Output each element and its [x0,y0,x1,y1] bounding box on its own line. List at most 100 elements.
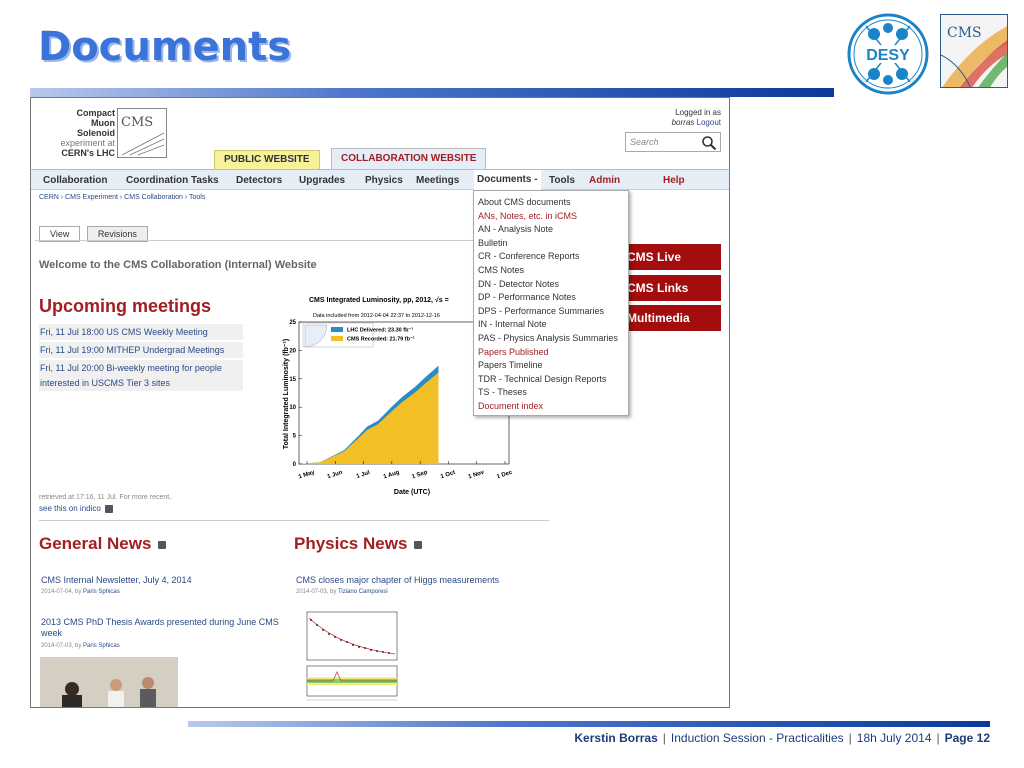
nav-item-tools[interactable]: Tools [549,175,575,186]
news-item-author[interactable]: Tiziano Camporesi [338,589,388,595]
slide-title: Documents [38,24,292,70]
x-tick-label: 1 Sep [411,470,428,481]
main-navbar: Collaboration Coordination Tasks Detecto… [31,169,729,190]
cms-links-button[interactable]: CMS Links [619,275,721,301]
news-item-meta: 2014-07-04, by Paris Sphicas [41,589,120,595]
logo-line-cern: CERN's LHC [61,148,115,158]
indico-link[interactable]: see this on indico [39,504,114,513]
menu-item-conference-reports[interactable]: CR - Conference Reports [478,250,624,264]
tab-collaboration-website[interactable]: COLLABORATION WEBSITE [331,148,487,169]
slide: Documents DESY CMS Compact Muon Solenoid… [0,0,1024,768]
indico-link-text: see this on indico [39,504,101,513]
menu-item-icms-notes[interactable]: ANs, Notes, etc. in iCMS [478,210,624,224]
menu-item-analysis-note[interactable]: AN - Analysis Note [478,223,624,237]
nav-item-detectors[interactable]: Detectors [236,175,282,186]
menu-item-performance-summaries[interactable]: DPS - Performance Summaries [478,305,624,319]
meeting-item[interactable]: Fri, 11 Jul 20:00 Bi-weekly meeting for … [39,360,243,376]
menu-item-theses[interactable]: TS - Theses [478,386,624,400]
menu-item-technical-design-reports[interactable]: TDR - Technical Design Reports [478,373,624,387]
news-item-author[interactable]: Paris Sphicas [83,643,120,649]
username: borras [671,118,695,127]
cms-website-screenshot: Compact Muon Solenoid experiment at CERN… [30,97,730,708]
welcome-heading: Welcome to the CMS Collaboration (Intern… [39,259,317,271]
meeting-item[interactable]: Fri, 11 Jul 19:00 MITHEP Undergrad Meeti… [39,342,243,358]
nav-item-documents[interactable]: Documents - [474,170,541,190]
view-tabs: View Revisions [39,224,150,242]
nav-item-physics[interactable]: Physics [365,175,403,186]
general-news-heading: General News [39,534,167,554]
news-item-title[interactable]: 2013 CMS PhD Thesis Awards presented dur… [41,617,279,639]
cms-logo-text: CMS [947,25,982,41]
cms-logo: CMS [940,14,1008,88]
meeting-item[interactable]: interested in USCMS Tier 3 sites [39,375,243,391]
x-tick-label: 1 Jul [356,470,371,480]
physics-news-title: Physics News [294,534,408,553]
footer-session: Induction Session - Practicalities [670,731,844,745]
tab-public-website[interactable]: PUBLIC WEBSITE [214,150,320,169]
news-item-date: 2014-07-03, by [41,643,82,649]
meeting-item[interactable]: Fri, 11 Jul 18:00 US CMS Weekly Meeting [39,324,243,340]
divider [35,240,545,241]
menu-item-about-cms-documents[interactable]: About CMS documents [478,196,624,210]
divider [39,520,549,521]
logo-line-solenoid: Solenoid [77,128,115,138]
rss-icon[interactable] [105,504,114,513]
title-underline-bar [30,88,834,97]
footer-author: Kerstin Borras [574,731,658,745]
desy-logo-text: DESY [866,47,910,64]
footer-page-number: Page 12 [944,731,990,745]
y-tick-label: 20 [289,348,296,354]
legend-label-delivered: LHC Delivered: 23.30 fb⁻¹ [347,327,413,334]
logged-in-label: Logged in as [675,108,721,117]
logo-line-compact: Compact [76,108,115,118]
logout-link[interactable]: Logout [697,118,721,127]
rss-icon[interactable] [158,540,167,549]
site-cms-logo[interactable]: CMS [117,108,167,158]
logo-line-muon: Muon [91,118,115,128]
nav-item-admin[interactable]: Admin [589,175,620,186]
search-icon[interactable] [701,135,717,151]
menu-item-document-index[interactable]: Document index [478,400,624,414]
menu-item-papers-published[interactable]: Papers Published [478,346,624,360]
physics-news-heading: Physics News [294,534,423,554]
menu-item-papers-timeline[interactable]: Papers Timeline [478,359,624,373]
footer-bar [188,721,990,727]
chart-xlabel: Date (UTC) [394,489,430,496]
multimedia-button[interactable]: Multimedia [619,305,721,331]
news-item-title[interactable]: CMS Internal Newsletter, July 4, 2014 [41,575,281,586]
higgs-plot-thumbnail[interactable] [297,604,401,706]
menu-item-detector-notes[interactable]: DN - Detector Notes [478,278,624,292]
nav-item-coordination-tasks[interactable]: Coordination Tasks [126,175,219,186]
logo-line-experiment: experiment at [60,138,115,148]
y-tick-label: 25 [289,320,296,326]
y-tick-label: 0 [293,462,297,468]
news-item-title[interactable]: CMS closes major chapter of Higgs measur… [296,575,536,586]
general-news-title: General News [39,534,152,553]
menu-item-internal-note[interactable]: IN - Internal Note [478,318,624,332]
nav-item-meetings[interactable]: Meetings [416,175,459,186]
menu-item-performance-notes[interactable]: DP - Performance Notes [478,291,624,305]
menu-item-physics-analysis-summaries[interactable]: PAS - Physics Analysis Summaries [478,332,624,346]
news-item-meta: 2014-07-03, by Tiziano Camporesi [296,589,388,595]
news-item-author[interactable]: Paris Sphicas [83,589,120,595]
search-input[interactable]: Search [625,132,721,152]
y-tick-label: 10 [289,405,296,411]
cms-live-button[interactable]: CMS Live [619,244,721,270]
nav-item-collaboration[interactable]: Collaboration [43,175,107,186]
desy-logo: DESY [847,13,929,95]
legend-label-recorded: CMS Recorded: 21.79 fb⁻¹ [347,336,415,343]
upcoming-meetings-heading: Upcoming meetings [39,296,212,316]
site-cms-logo-text: CMS [121,115,154,130]
breadcrumb[interactable]: CERN › CMS Experiment › CMS Collaboratio… [39,194,205,201]
nav-item-upgrades[interactable]: Upgrades [299,175,345,186]
nav-item-help[interactable]: Help [663,175,685,186]
menu-item-bulletin[interactable]: Bulletin [478,237,624,251]
menu-item-cms-notes[interactable]: CMS Notes [478,264,624,278]
y-tick-label: 15 [289,377,296,383]
slide-footer: Kerstin Borras | Induction Session - Pract… [574,731,990,745]
footer-date: 18h July 2014 [856,731,932,745]
rss-icon[interactable] [414,540,423,549]
thesis-award-photo[interactable] [40,657,178,707]
x-tick-label: 1 Aug [383,470,401,481]
login-status: Logged in as borras Logout [672,108,721,128]
